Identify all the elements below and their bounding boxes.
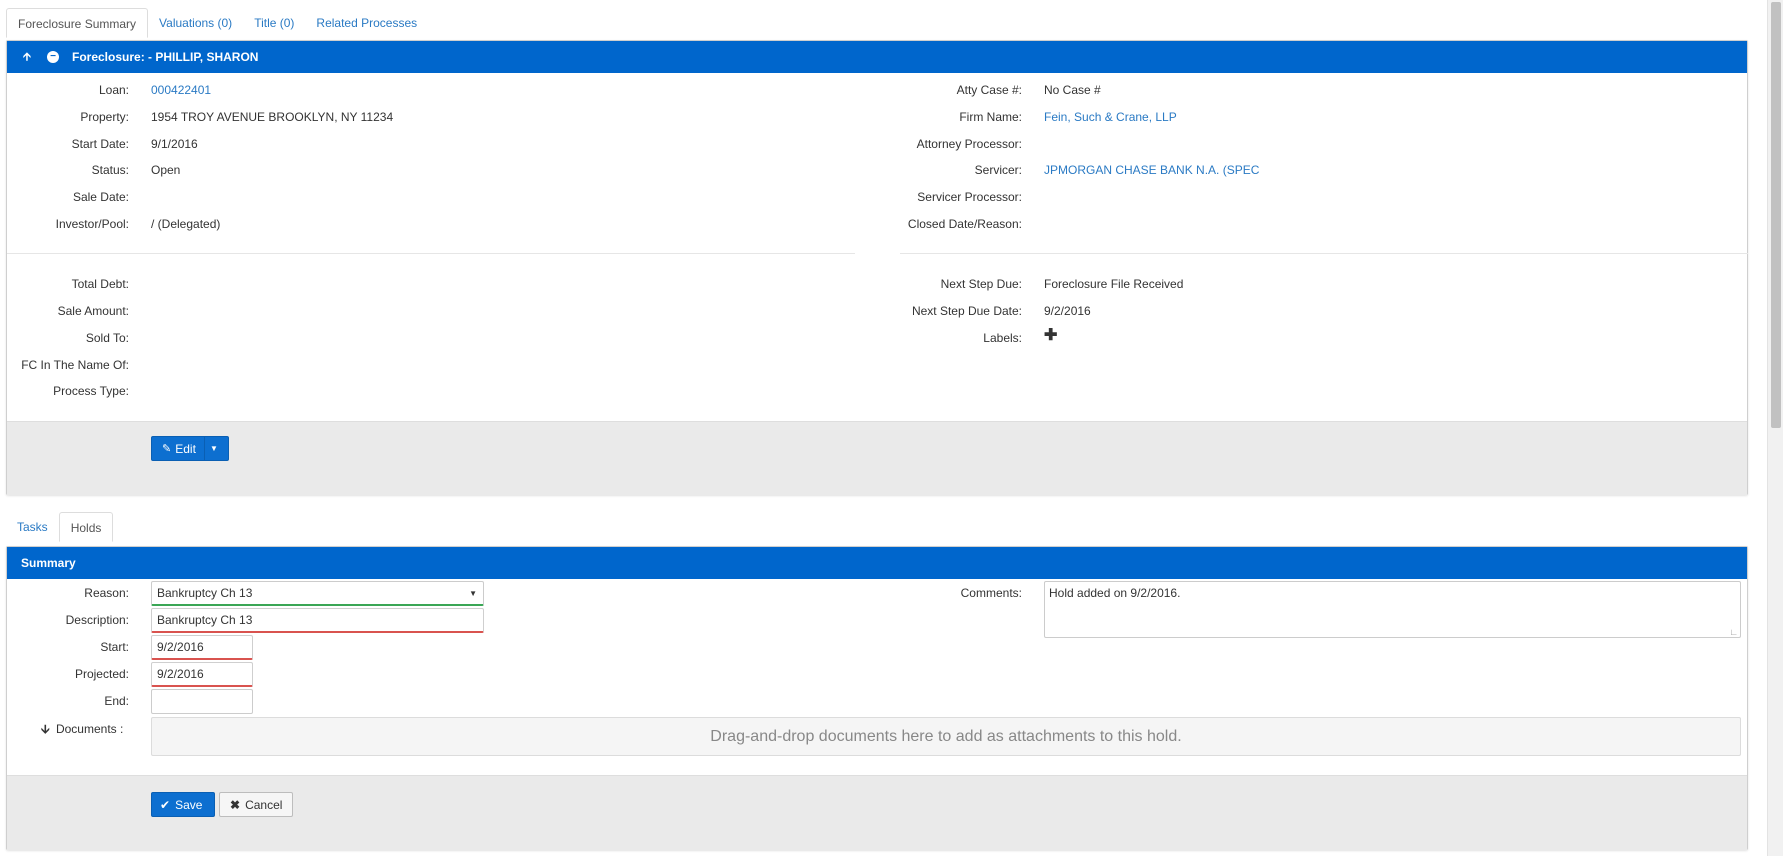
- summary-panel-footer: ✔ Save ✖ Cancel: [7, 775, 1747, 850]
- start-label: Start:: [100, 640, 129, 654]
- next-step-due-value: Foreclosure File Received: [1044, 277, 1184, 291]
- scrollbar-thumb[interactable]: [1771, 2, 1781, 428]
- documents-dropzone[interactable]: Drag-and-drop documents here to add as a…: [151, 717, 1741, 756]
- atty-case-value: No Case #: [1044, 83, 1101, 97]
- loan-label: Loan:: [98, 83, 129, 97]
- save-button-label: Save: [175, 797, 203, 812]
- investor-pool-label: Investor/Pool:: [55, 217, 129, 231]
- resize-handle-icon[interactable]: ∟: [1729, 627, 1738, 637]
- cancel-button-label: Cancel: [245, 797, 283, 812]
- tab-holds[interactable]: Holds: [58, 512, 114, 542]
- fc-in-name-of-label: FC In The Name Of:: [21, 358, 129, 372]
- next-step-due-date-value: 9/2/2016: [1044, 304, 1091, 318]
- loan-link[interactable]: 000422401: [151, 83, 211, 97]
- documents-label: Documents :: [55, 722, 124, 736]
- start-date-value: 9/1/2016: [151, 137, 198, 151]
- dropzone-text: Drag-and-drop documents here to add as a…: [710, 727, 1182, 745]
- reason-dropdown-caret-icon: ▼: [469, 589, 477, 598]
- process-type-label: Process Type:: [53, 384, 129, 398]
- close-icon: ✖: [230, 797, 241, 812]
- arrow-down-icon: 🡫: [41, 722, 50, 736]
- sale-amount-label: Sale Amount:: [57, 304, 129, 318]
- arrow-up-icon[interactable]: 🡩: [21, 51, 33, 63]
- edit-button[interactable]: ✎ Edit: [152, 437, 205, 460]
- end-date-input[interactable]: [151, 689, 253, 714]
- next-step-due-label: Next Step Due:: [940, 277, 1022, 291]
- documents-toggle[interactable]: 🡫 Documents :: [41, 720, 123, 741]
- status-label: Status:: [91, 163, 129, 177]
- collapse-icon[interactable]: −: [47, 51, 59, 63]
- next-step-due-date-label: Next Step Due Date:: [911, 304, 1022, 318]
- tab-related-processes[interactable]: Related Processes: [305, 8, 428, 38]
- servicer-processor-label: Servicer Processor:: [917, 190, 1022, 204]
- firm-name-label: Firm Name:: [959, 110, 1022, 124]
- sold-to-label: Sold To:: [85, 331, 129, 345]
- closed-date-label: Closed Date/Reason:: [907, 217, 1022, 231]
- firm-name-link[interactable]: Fein, Such & Crane, LLP: [1044, 110, 1177, 124]
- status-value: Open: [151, 163, 181, 177]
- section-divider-left: [7, 253, 855, 254]
- foreclosure-panel-header: 🡩 − Foreclosure: - PHILLIP, SHARON: [7, 41, 1747, 73]
- vertical-scrollbar[interactable]: [1767, 0, 1783, 856]
- summary-panel-header: Summary: [7, 547, 1747, 579]
- end-label: End:: [104, 694, 129, 708]
- section-divider-right: [900, 253, 1748, 254]
- edit-button-group: ✎ Edit ▼: [151, 436, 229, 461]
- start-date-input[interactable]: 9/2/2016: [151, 635, 253, 660]
- atty-case-label: Atty Case #:: [956, 83, 1022, 97]
- reason-label: Reason:: [84, 586, 129, 600]
- tab-foreclosure-summary[interactable]: Foreclosure Summary: [6, 8, 149, 38]
- tab-valuations[interactable]: Valuations (0): [148, 8, 243, 38]
- reason-select-value: Bankruptcy Ch 13: [157, 586, 253, 600]
- edit-button-label: Edit: [175, 441, 196, 456]
- foreclosure-panel: 🡩 − Foreclosure: - PHILLIP, SHARON Loan:…: [6, 40, 1748, 495]
- foreclosure-panel-footer: ✎ Edit ▼: [7, 421, 1747, 495]
- total-debt-label: Total Debt:: [71, 277, 129, 291]
- property-value: 1954 TROY AVENUE BROOKLYN, NY 11234: [151, 110, 394, 124]
- add-label-plus-icon[interactable]: ✚: [1044, 325, 1057, 345]
- investor-pool-value: / (Delegated): [151, 217, 221, 231]
- property-label: Property:: [80, 110, 129, 124]
- tab-title[interactable]: Title (0): [243, 8, 305, 38]
- projected-label: Projected:: [74, 667, 129, 681]
- servicer-link[interactable]: JPMORGAN CHASE BANK N.A. (SPEC: [1044, 163, 1259, 177]
- description-input[interactable]: Bankruptcy Ch 13: [151, 608, 484, 633]
- description-label: Description:: [65, 613, 129, 627]
- edit-icon: ✎: [162, 443, 172, 455]
- checkmark-icon: ✔: [160, 797, 171, 812]
- sale-date-label: Sale Date:: [72, 190, 129, 204]
- start-date-label: Start Date:: [71, 137, 129, 151]
- labels-label: Labels:: [983, 331, 1022, 345]
- comments-text: Hold added on 9/2/2016.: [1049, 586, 1181, 600]
- servicer-label: Servicer:: [974, 163, 1022, 177]
- top-tabs: Foreclosure Summary Valuations (0) Title…: [6, 8, 428, 38]
- reason-select[interactable]: Bankruptcy Ch 13 ▼: [151, 581, 484, 606]
- comments-textarea[interactable]: Hold added on 9/2/2016. ∟: [1044, 581, 1741, 638]
- foreclosure-panel-title: Foreclosure: - PHILLIP, SHARON: [72, 50, 259, 64]
- save-button[interactable]: ✔ Save: [151, 792, 215, 817]
- sub-tabs: Tasks Holds: [6, 512, 114, 542]
- projected-date-input[interactable]: 9/2/2016: [151, 662, 253, 687]
- cancel-button[interactable]: ✖ Cancel: [219, 792, 293, 817]
- comments-label: Comments:: [960, 586, 1022, 600]
- tab-tasks[interactable]: Tasks: [6, 512, 59, 542]
- edit-dropdown-caret-icon[interactable]: ▼: [205, 437, 223, 460]
- summary-panel-title: Summary: [21, 556, 76, 570]
- summary-panel: Summary Reason: Bankruptcy Ch 13 ▼ Descr…: [6, 546, 1748, 850]
- attorney-processor-label: Attorney Processor:: [916, 137, 1022, 151]
